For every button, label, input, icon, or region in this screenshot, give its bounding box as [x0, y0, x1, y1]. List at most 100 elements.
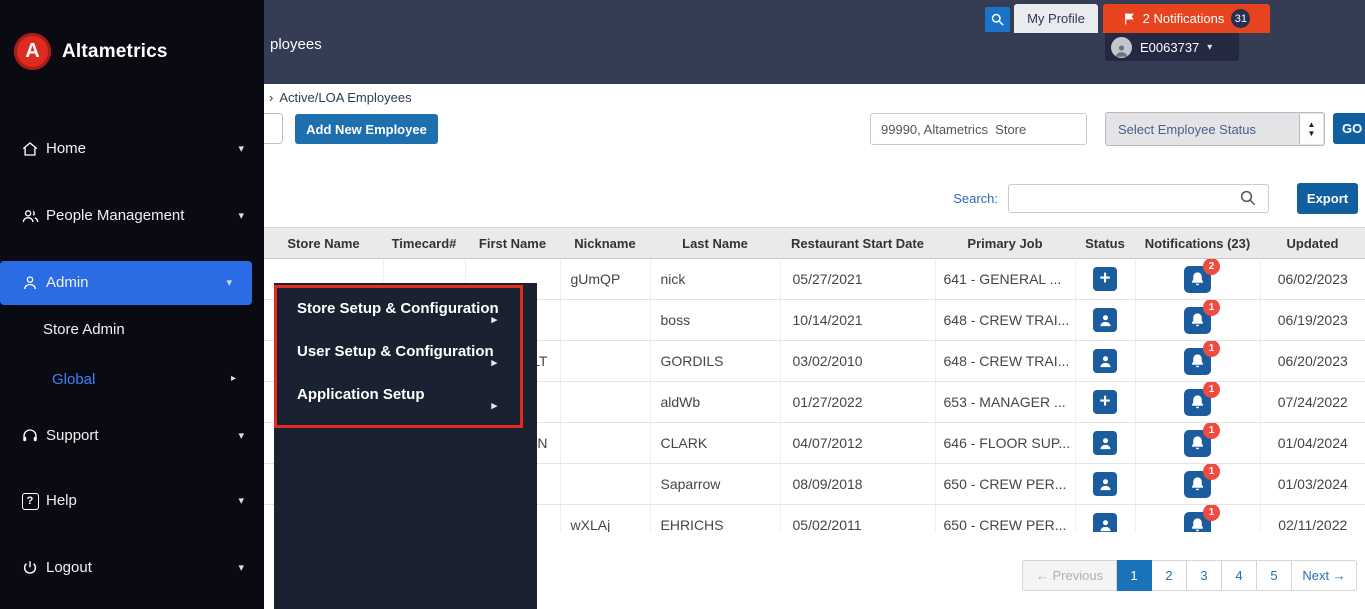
person-status-icon[interactable] [1093, 308, 1117, 332]
plus-status-icon[interactable]: + [1093, 390, 1117, 414]
column-header-notifications-23[interactable]: Notifications (23) [1135, 227, 1260, 259]
cell-last-name: CLARK [650, 422, 781, 464]
pagination-previous-button[interactable]: ← Previous [1022, 560, 1117, 591]
sidebar-item-label: People Management [46, 207, 185, 224]
cell-notifications: 1 [1135, 422, 1261, 464]
user-id-label: E0063737 [1140, 39, 1200, 55]
export-button[interactable]: Export [1297, 183, 1358, 214]
sidebar-item-admin[interactable]: Admin ▾ [0, 261, 252, 305]
table-search-input[interactable] [1008, 184, 1269, 213]
chevron-right-icon: ▸ [491, 400, 497, 412]
cell-start-date: 05/27/2021 [780, 258, 936, 300]
sidebar-item-label: Admin [46, 274, 89, 291]
search-label: Search: [953, 191, 998, 206]
cell-nickname [560, 381, 651, 423]
column-header-primary-job[interactable]: Primary Job [935, 227, 1075, 259]
flyout-item-label: Application Setup [297, 386, 425, 403]
sidebar-item-store-admin[interactable]: Store Admin [0, 308, 264, 352]
person-status-icon[interactable] [1093, 349, 1117, 373]
sidebar-item-label: Store Admin [43, 321, 125, 338]
cell-nickname [560, 422, 651, 464]
pagination-page-4[interactable]: 4 [1222, 560, 1257, 591]
store-select-input[interactable] [870, 113, 1087, 145]
my-profile-tab[interactable]: My Profile [1014, 4, 1098, 33]
search-icon[interactable] [1239, 189, 1259, 209]
column-header-nickname[interactable]: Nickname [560, 227, 650, 259]
notification-bell-icon[interactable]: 1 [1184, 463, 1220, 498]
cell-updated: 02/11/2022 [1260, 504, 1365, 532]
column-header-restaurant-start-date[interactable]: Restaurant Start Date [780, 227, 935, 259]
cell-status [1075, 504, 1136, 532]
pagination-page-3[interactable]: 3 [1187, 560, 1222, 591]
cell-updated: 01/04/2024 [1260, 422, 1365, 464]
notification-bell-icon[interactable]: 1 [1184, 299, 1220, 334]
app-window: ployees My Profile 2 Notifications 31 E0… [0, 0, 1365, 609]
flyout-item-store-setup-configuration[interactable]: Store Setup & Configuration ▸ [274, 287, 537, 330]
add-new-employee-button[interactable]: Add New Employee [295, 114, 438, 144]
person-status-icon[interactable] [1093, 513, 1117, 532]
column-header-timecard[interactable]: Timecard# [383, 227, 465, 259]
sidebar-item-help[interactable]: ? Help ▾ [0, 479, 264, 523]
go-button[interactable]: GO [1333, 113, 1365, 144]
flyout-item-user-setup-configuration[interactable]: User Setup & Configuration ▸ [274, 330, 537, 373]
flyout-item-application-setup[interactable]: Application Setup ▸ [274, 373, 537, 416]
sidebar-item-label: Help [46, 492, 77, 509]
cell-status [1075, 463, 1136, 505]
sidebar-item-home[interactable]: Home ▾ [0, 127, 264, 171]
cell-updated: 07/24/2022 [1260, 381, 1365, 423]
sidebar-item-label: Logout [46, 559, 92, 576]
cell-status [1075, 422, 1136, 464]
cell-notifications: 1 [1135, 340, 1261, 382]
cell-last-name: GORDILS [650, 340, 781, 382]
person-status-icon[interactable] [1093, 431, 1117, 455]
cell-primary-job: 653 - MANAGER ... [935, 381, 1076, 423]
notification-bell-icon[interactable]: 1 [1184, 340, 1220, 375]
pagination-next-button[interactable]: Next → [1292, 560, 1357, 591]
sidebar-item-logout[interactable]: Logout ▾ [0, 546, 264, 590]
notification-bell-icon[interactable]: 1 [1184, 422, 1220, 457]
notification-count-badge: 1 [1203, 340, 1220, 357]
topbar-search-button[interactable] [985, 7, 1010, 32]
pagination-page-5[interactable]: 5 [1257, 560, 1292, 591]
column-header-last-name[interactable]: Last Name [650, 227, 780, 259]
cell-primary-job: 648 - CREW TRAI... [935, 340, 1076, 382]
notification-bell-icon[interactable]: 2 [1184, 258, 1220, 293]
column-header-store-name[interactable]: Store Name [264, 227, 383, 259]
admin-flyout-items: Store Setup & Configuration ▸ User Setup &… [274, 287, 537, 416]
breadcrumb[interactable]: Active/LOA Employees [279, 90, 411, 105]
column-header-first-name[interactable]: First Name [465, 227, 560, 259]
pagination-pages: 12345 [1117, 560, 1292, 591]
notification-count-badge: 1 [1203, 381, 1220, 398]
cell-updated: 06/20/2023 [1260, 340, 1365, 382]
sidebar-item-people-management[interactable]: People Management ▾ [0, 194, 264, 238]
sidebar-item-global[interactable]: Global ▸ [0, 358, 264, 402]
notification-bell-icon[interactable]: 1 [1184, 504, 1220, 532]
breadcrumb-bar: › Active/LOA Employees [264, 84, 1365, 111]
cell-updated: 06/19/2023 [1260, 299, 1365, 341]
plus-status-icon[interactable]: + [1093, 267, 1117, 291]
cell-last-name: aldWb [650, 381, 781, 423]
flyout-item-label: Store Setup & Configuration [297, 300, 499, 317]
home-icon [20, 139, 40, 159]
cell-last-name: Saparrow [650, 463, 781, 505]
select-stepper[interactable]: ▲ ▼ [1299, 114, 1323, 144]
pagination-page-1[interactable]: 1 [1117, 560, 1152, 591]
employee-status-select[interactable]: Select Employee Status ▲ ▼ [1105, 112, 1325, 146]
spinner-down-icon: ▼ [1307, 129, 1316, 138]
column-header-status[interactable]: Status [1075, 227, 1135, 259]
sidebar-item-label: Home [46, 140, 87, 157]
sidebar-item-support[interactable]: Support ▾ [0, 414, 264, 458]
column-header-updated[interactable]: Updated [1260, 227, 1365, 259]
notification-bell-icon[interactable]: 1 [1184, 381, 1220, 416]
pagination-page-2[interactable]: 2 [1152, 560, 1187, 591]
cell-updated: 06/02/2023 [1260, 258, 1365, 300]
cell-notifications: 2 [1135, 258, 1261, 300]
cell-start-date: 04/07/2012 [780, 422, 936, 464]
cell-start-date: 01/27/2022 [780, 381, 936, 423]
user-menu[interactable]: E0063737 ▾ [1105, 33, 1239, 61]
person-status-icon[interactable] [1093, 472, 1117, 496]
notifications-tab[interactable]: 2 Notifications 31 [1103, 4, 1270, 33]
cell-nickname: wXLAj [560, 504, 651, 532]
cell-last-name: boss [650, 299, 781, 341]
employee-status-value: Select Employee Status [1118, 121, 1257, 137]
